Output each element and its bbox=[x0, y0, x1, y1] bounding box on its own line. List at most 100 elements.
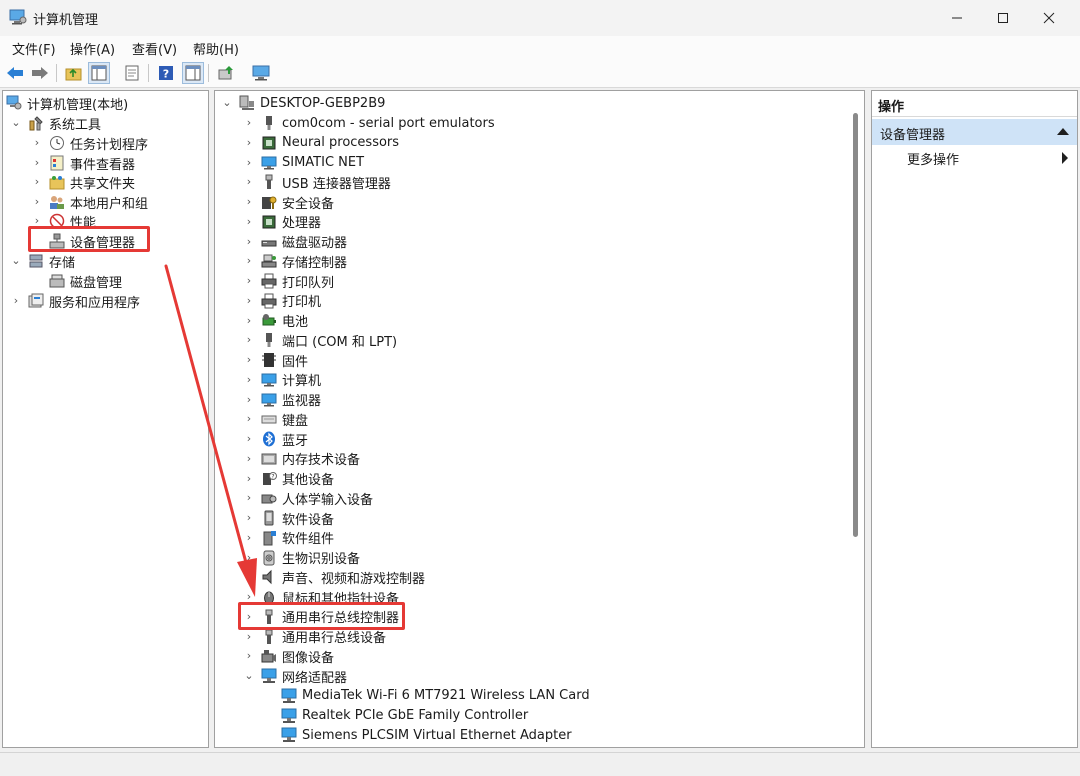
device-category[interactable]: › 磁盘驱动器 bbox=[243, 232, 347, 252]
toolbar: ? bbox=[0, 58, 1080, 88]
console-tree-item[interactable]: 磁盘管理 bbox=[31, 271, 122, 291]
chevron-right-icon[interactable]: › bbox=[243, 196, 255, 208]
device-category[interactable]: › 打印队列 bbox=[243, 271, 334, 291]
chevron-right-icon[interactable]: › bbox=[31, 137, 43, 149]
chevron-right-icon[interactable]: › bbox=[243, 650, 255, 662]
back-button[interactable] bbox=[4, 62, 26, 84]
chevron-down-icon[interactable]: ⌄ bbox=[10, 255, 22, 267]
console-tree-item[interactable]: › 事件查看器 bbox=[31, 153, 135, 173]
collapse-up-icon[interactable] bbox=[1057, 128, 1069, 135]
chevron-right-icon[interactable]: › bbox=[243, 531, 255, 544]
chevron-right-icon[interactable]: › bbox=[243, 413, 255, 425]
show-hide-tree-button[interactable] bbox=[88, 62, 110, 84]
device-category[interactable]: › 打印机 bbox=[243, 291, 321, 311]
chevron-right-icon[interactable]: › bbox=[31, 176, 43, 188]
device-category[interactable]: › 蓝牙 bbox=[243, 429, 308, 449]
scan-hardware-button[interactable] bbox=[250, 62, 272, 84]
chevron-down-icon[interactable]: ⌄ bbox=[10, 117, 22, 129]
computer-management-icon bbox=[9, 9, 27, 25]
console-tree-item[interactable]: 计算机管理(本地) bbox=[6, 93, 128, 113]
chevron-right-icon[interactable]: › bbox=[243, 571, 255, 583]
device-category[interactable]: › com0com - serial port emulators bbox=[243, 113, 495, 133]
device-category[interactable]: › 存储控制器 bbox=[243, 251, 347, 271]
chevron-right-icon[interactable]: › bbox=[243, 176, 255, 188]
chevron-right-icon[interactable]: › bbox=[31, 196, 43, 208]
chevron-right-icon[interactable]: › bbox=[243, 630, 255, 643]
device-category[interactable]: › 固件 bbox=[243, 350, 308, 370]
menu-view[interactable]: 查看(V) bbox=[132, 39, 177, 58]
console-tree-item[interactable]: › 本地用户和组 bbox=[31, 192, 148, 212]
device-category[interactable]: › 安全设备 bbox=[243, 192, 334, 212]
chevron-right-icon[interactable]: › bbox=[243, 373, 255, 386]
console-tree-item[interactable]: › 共享文件夹 bbox=[31, 172, 135, 192]
device-category[interactable]: › 生物识别设备 bbox=[243, 548, 360, 568]
chevron-right-icon[interactable]: › bbox=[243, 255, 255, 267]
chevron-down-icon[interactable]: ⌄ bbox=[221, 97, 233, 109]
network-adapter-item[interactable]: Realtek PCIe GbE Family Controller bbox=[281, 706, 528, 726]
device-category[interactable]: › 监视器 bbox=[243, 390, 321, 410]
device-tree-root[interactable]: ⌄ DESKTOP-GEBP2B9 bbox=[221, 93, 385, 113]
device-category[interactable]: › 计算机 bbox=[243, 370, 321, 390]
device-category[interactable]: › SIMATIC NET bbox=[243, 153, 364, 173]
help-button[interactable]: ? bbox=[155, 62, 177, 84]
forward-arrow-icon bbox=[32, 67, 48, 79]
update-driver-button[interactable] bbox=[215, 62, 237, 84]
device-category[interactable]: › 电池 bbox=[243, 311, 308, 331]
menu-help[interactable]: 帮助(H) bbox=[193, 39, 239, 58]
menu-action[interactable]: 操作(A) bbox=[70, 39, 115, 58]
chevron-right-icon[interactable]: › bbox=[243, 354, 255, 366]
chevron-right-icon[interactable]: › bbox=[10, 295, 22, 307]
device-category[interactable]: › USB 连接器管理器 bbox=[243, 172, 391, 192]
device-category[interactable]: › 人体学输入设备 bbox=[243, 488, 373, 508]
minimize-button[interactable] bbox=[934, 0, 980, 36]
chevron-right-icon[interactable]: › bbox=[243, 294, 255, 307]
submenu-arrow-icon[interactable] bbox=[1062, 152, 1068, 164]
vertical-scrollbar[interactable] bbox=[853, 113, 858, 537]
network-adapter-item[interactable]: MediaTek Wi-Fi 6 MT7921 Wireless LAN Car… bbox=[281, 686, 590, 706]
maximize-button[interactable] bbox=[980, 0, 1026, 36]
forward-button[interactable] bbox=[29, 62, 51, 84]
chevron-right-icon[interactable]: › bbox=[243, 433, 255, 445]
menu-file[interactable]: 文件(F) bbox=[12, 39, 56, 58]
network-adapter-item[interactable]: Siemens PLCSIM Virtual Ethernet Adapter bbox=[281, 725, 572, 745]
show-action-pane-button[interactable] bbox=[182, 62, 204, 84]
device-category[interactable]: › 键盘 bbox=[243, 409, 308, 429]
close-button[interactable] bbox=[1026, 0, 1072, 36]
console-tree-label: 磁盘管理 bbox=[70, 275, 123, 291]
chevron-right-icon[interactable]: › bbox=[243, 492, 255, 504]
device-category[interactable]: › Neural processors bbox=[243, 133, 399, 153]
device-category[interactable]: ⌄ 网络适配器 bbox=[243, 666, 347, 686]
chevron-right-icon[interactable]: › bbox=[243, 275, 255, 287]
console-tree-item[interactable]: ⌄ 存储 bbox=[10, 251, 75, 271]
properties-button[interactable] bbox=[121, 62, 143, 84]
chevron-right-icon[interactable]: › bbox=[243, 314, 255, 327]
device-category[interactable]: ›? 其他设备 bbox=[243, 469, 334, 489]
chevron-right-icon[interactable]: › bbox=[243, 117, 255, 129]
chevron-down-icon[interactable]: ⌄ bbox=[243, 670, 255, 682]
device-category[interactable]: › 声音、视频和游戏控制器 bbox=[243, 567, 425, 587]
chevron-right-icon[interactable]: › bbox=[243, 235, 255, 248]
chevron-right-icon[interactable]: › bbox=[243, 452, 255, 465]
device-category[interactable]: › 端口 (COM 和 LPT) bbox=[243, 330, 397, 350]
computer-icon bbox=[239, 95, 254, 110]
console-tree-item[interactable]: › 任务计划程序 bbox=[31, 133, 148, 153]
console-tree-item[interactable]: ⌄ 系统工具 bbox=[10, 113, 101, 133]
device-category[interactable]: › 软件组件 bbox=[243, 528, 334, 548]
chevron-right-icon[interactable]: › bbox=[31, 157, 43, 169]
chevron-right-icon[interactable]: › bbox=[243, 472, 255, 485]
more-actions-item[interactable]: 更多操作 bbox=[907, 149, 959, 168]
chevron-right-icon[interactable]: › bbox=[243, 136, 255, 149]
chevron-right-icon[interactable]: › bbox=[243, 551, 255, 564]
chevron-right-icon[interactable]: › bbox=[243, 215, 255, 228]
chevron-right-icon[interactable]: › bbox=[243, 393, 255, 406]
chevron-right-icon[interactable]: › bbox=[243, 334, 255, 346]
chevron-right-icon[interactable]: › bbox=[243, 512, 255, 524]
device-category[interactable]: › 软件设备 bbox=[243, 508, 334, 528]
chevron-right-icon[interactable]: › bbox=[243, 156, 255, 169]
device-category[interactable]: › 处理器 bbox=[243, 212, 321, 232]
device-category[interactable]: › 图像设备 bbox=[243, 646, 334, 666]
device-category[interactable]: › 内存技术设备 bbox=[243, 449, 360, 469]
console-tree-item[interactable]: › 服务和应用程序 bbox=[10, 291, 140, 311]
up-level-button[interactable] bbox=[63, 62, 85, 84]
actions-section-device-manager[interactable]: 设备管理器 bbox=[872, 119, 1077, 145]
